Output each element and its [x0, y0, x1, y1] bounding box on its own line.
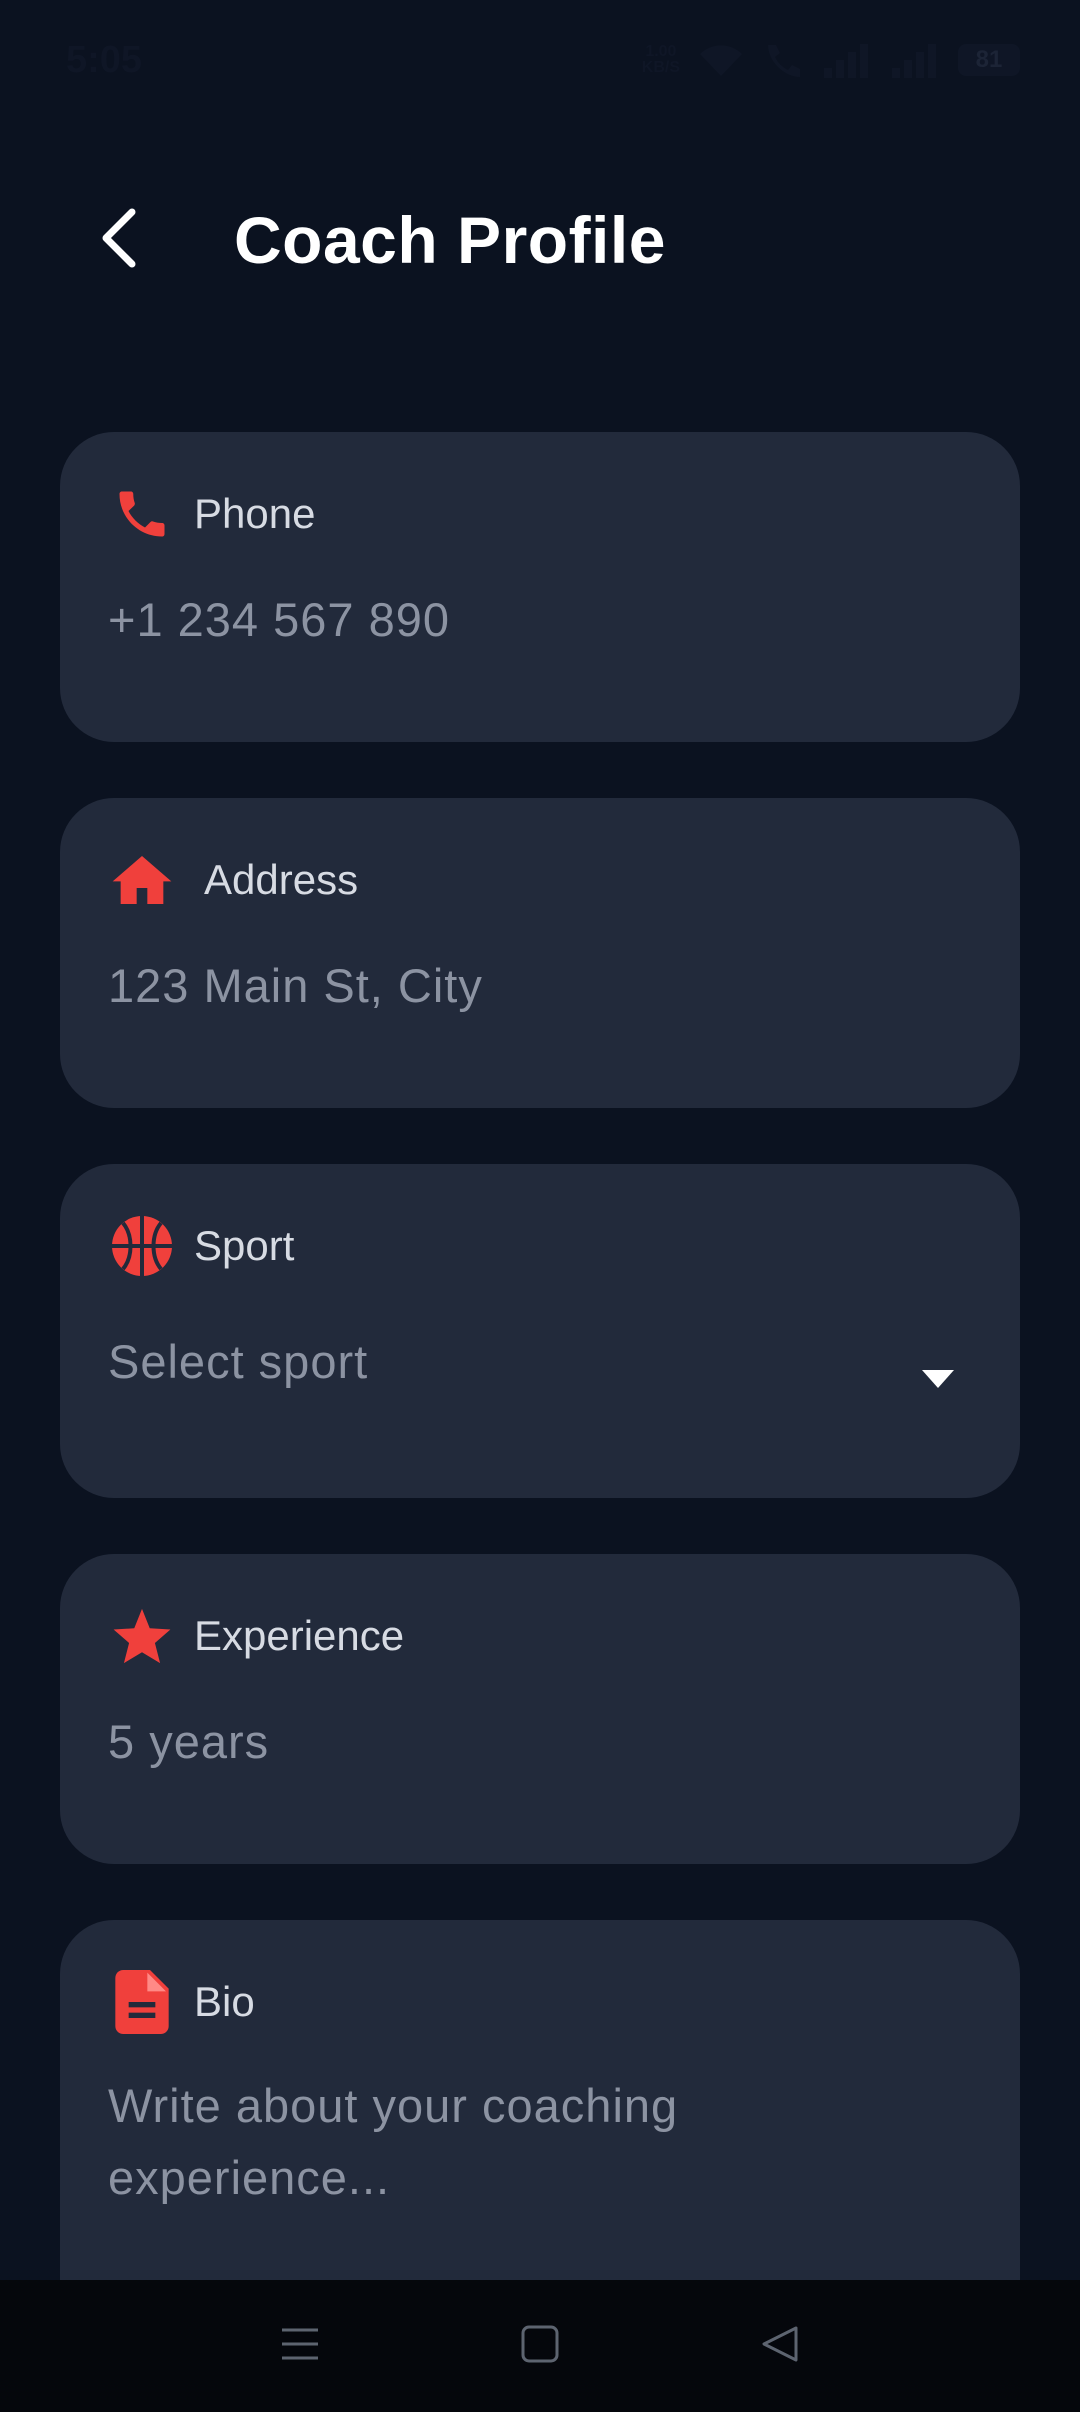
phone-input[interactable]: +1 234 567 890	[108, 592, 450, 647]
signal-icon-2	[890, 42, 942, 78]
chevron-left-icon	[96, 206, 140, 275]
wifi-icon	[696, 42, 746, 78]
phone-field-card[interactable]: Phone +1 234 567 890	[60, 432, 1020, 742]
network-speed: 1.00 KB/S	[642, 44, 680, 76]
status-icons: 1.00 KB/S 81	[642, 41, 1020, 79]
status-bar: 5:05 1.00 KB/S 81	[0, 0, 1080, 120]
experience-field-card[interactable]: Experience 5 years	[60, 1554, 1020, 1864]
home-icon	[110, 848, 174, 912]
address-label-row: Address	[110, 848, 358, 912]
back-triangle-icon	[760, 2324, 800, 2369]
experience-label-row: Experience	[110, 1604, 404, 1668]
call-icon	[762, 41, 806, 79]
back-button[interactable]	[82, 204, 154, 276]
network-speed-unit: KB/S	[641, 59, 680, 76]
experience-input[interactable]: 5 years	[108, 1714, 269, 1769]
sport-field-card[interactable]: Sport Select sport	[60, 1164, 1020, 1498]
bio-label-row: Bio	[110, 1970, 255, 2034]
address-input[interactable]: 123 Main St, City	[108, 958, 483, 1013]
header: Coach Profile	[0, 180, 1080, 300]
address-label: Address	[204, 856, 359, 903]
phone-label: Phone	[194, 490, 316, 537]
dropdown-arrow-icon[interactable]	[922, 1370, 954, 1388]
menu-button[interactable]	[260, 2306, 340, 2386]
bio-placeholder-line2: experience...	[108, 2151, 391, 2204]
basketball-icon	[110, 1214, 174, 1278]
phone-label-row: Phone	[110, 482, 315, 546]
sport-label-row: Sport	[110, 1214, 294, 1278]
signal-icon	[822, 42, 874, 78]
phone-icon	[110, 482, 174, 546]
system-nav-bar	[0, 2280, 1080, 2412]
star-icon	[110, 1604, 174, 1668]
battery-icon: 81	[958, 44, 1020, 76]
address-field-card[interactable]: Address 123 Main St, City	[60, 798, 1020, 1108]
back-nav-button[interactable]	[740, 2306, 820, 2386]
home-square-icon	[521, 2325, 559, 2368]
bio-placeholder-line1: Write about your coaching	[108, 2079, 679, 2132]
bio-label: Bio	[194, 1978, 255, 2025]
network-speed-value: 1.00	[645, 43, 677, 60]
menu-icon	[280, 2326, 320, 2367]
document-icon	[110, 1970, 174, 2034]
sport-label: Sport	[194, 1222, 295, 1269]
home-button[interactable]	[500, 2306, 580, 2386]
experience-label: Experience	[194, 1612, 405, 1659]
bio-textarea[interactable]: Write about your coaching experience...	[108, 2070, 678, 2214]
sport-select[interactable]: Select sport	[108, 1334, 368, 1389]
page-title: Coach Profile	[234, 203, 666, 277]
status-time: 5:05	[66, 38, 143, 81]
